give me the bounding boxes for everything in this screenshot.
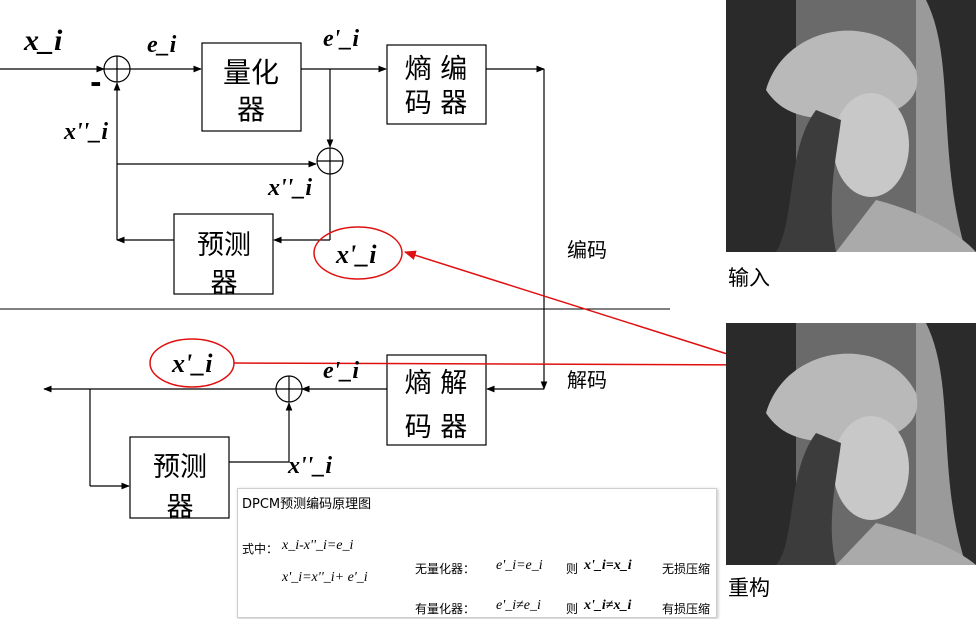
red-link-decoder: [233, 362, 763, 366]
note-row2-result: x'_i≠x_i: [584, 598, 632, 613]
predictor-dec-line2: 器: [167, 492, 194, 523]
entropy-decoder-line1: 熵 解: [405, 368, 468, 399]
entropy-decoder-line2: 码 器: [405, 412, 468, 443]
note-row2-eq: e'_i≠e_i: [496, 598, 541, 613]
note-row1-type: 无损压缩: [662, 562, 711, 576]
note-row1-label: 无量化器：: [415, 562, 476, 576]
note-eq1: x_i-x''_i=e_i: [282, 538, 354, 553]
note-row2-label: 有量化器：: [415, 602, 476, 616]
note-title: DPCM预测编码原理图: [242, 497, 372, 512]
label-error: e_i: [147, 32, 177, 58]
note-eq2: x'_i=x''_i+ e'_i: [282, 570, 368, 585]
note-row1-result: x'_i=x_i: [584, 558, 632, 573]
reconstructed-caption: 重构: [728, 576, 770, 600]
entropy-coder-line1: 熵 编: [405, 54, 468, 85]
label-prediction: x''_i: [267, 175, 312, 201]
quantizer-line1: 量化: [223, 56, 279, 89]
label-dec-input: e'_i: [323, 358, 359, 384]
predictor-dec-line1: 预测: [153, 452, 207, 483]
label-quantized: e'_i: [323, 26, 359, 52]
note-row1-eq: e'_i=e_i: [496, 558, 543, 573]
reconstructed-image: [726, 323, 976, 565]
label-feedback: x''_i: [63, 119, 108, 145]
note-row2-then: 则: [566, 602, 579, 616]
label-minus: -: [90, 66, 102, 99]
formula-note: DPCM预测编码原理图 式中： x_i-x''_i=e_i x'_i=x''_i…: [237, 488, 717, 618]
label-output: x'_i: [171, 349, 213, 378]
label-reconstructed: x'_i: [335, 240, 377, 269]
predictor-enc-line2: 器: [211, 268, 238, 299]
note-prefix: 式中：: [242, 542, 279, 556]
predictor-enc-line1: 预测: [197, 230, 251, 261]
note-row1-then: 则: [566, 562, 579, 576]
label-encode: 编码: [567, 238, 607, 262]
input-caption: 输入: [728, 266, 770, 290]
note-row2-type: 有损压缩: [662, 602, 711, 616]
label-decode: 解码: [567, 368, 607, 392]
quantizer-line2: 器: [237, 93, 265, 126]
label-dec-prediction: x''_i: [287, 453, 332, 479]
label-input: x_i: [23, 24, 63, 57]
entropy-coder-line2: 码 器: [405, 88, 468, 119]
input-image: [726, 0, 976, 252]
